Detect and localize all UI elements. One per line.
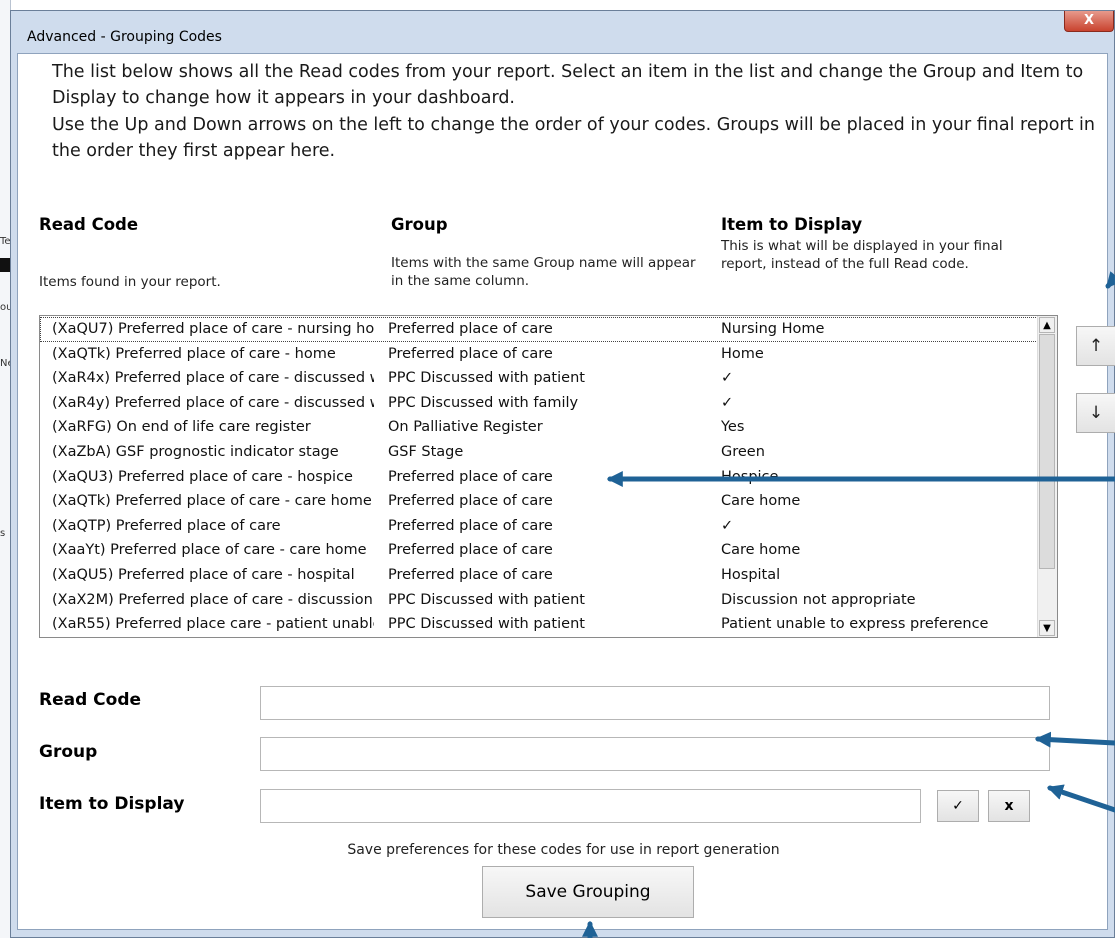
list-item-group: On Palliative Register <box>388 419 543 436</box>
list-item-display: Hospice <box>721 468 779 485</box>
list-item-display: ✓ <box>721 394 734 411</box>
read-code-label: Read Code <box>39 690 142 710</box>
dialog-title: Advanced - Grouping Codes <box>27 29 222 45</box>
list-item-read-code: (XaQU7) Preferred place of care - nursin… <box>52 321 374 337</box>
move-down-button[interactable]: ↓ <box>1076 393 1115 433</box>
list-item-display: ✓ <box>721 370 734 387</box>
list-item-display: Home <box>721 345 764 362</box>
column-description-group: Items with the same Group name will appe… <box>391 255 696 289</box>
list-item-read-code: (XaR4y) Preferred place of care - discus… <box>52 394 374 411</box>
list-item[interactable]: (XaQU3) Preferred place of care - hospic… <box>40 465 1038 490</box>
column-header-group: Group <box>391 215 448 234</box>
list-item-group: Preferred place of care <box>388 468 553 485</box>
background-text-fragment: Ne <box>0 358 10 369</box>
clear-icon: x <box>1004 798 1014 814</box>
list-item-read-code: (XaX2M) Preferred place of care - discus… <box>52 591 374 608</box>
list-item[interactable]: (XaQTk) Preferred place of care - care h… <box>40 489 1038 514</box>
list-item-group: Preferred place of care <box>388 542 553 559</box>
list-item-group: Preferred place of care <box>388 517 553 534</box>
background-text-fragment: s <box>0 528 6 539</box>
list-item[interactable]: (XaQU7) Preferred place of care - nursin… <box>40 317 1038 342</box>
background-text-fragment: ou <box>0 302 10 313</box>
list-item-display: Nursing Home <box>721 321 825 337</box>
list-item-group: GSF Stage <box>388 444 464 460</box>
list-item-read-code: (XaQU5) Preferred place of care - hospit… <box>52 567 355 583</box>
column-header-read-code: Read Code <box>39 215 139 234</box>
group-field[interactable] <box>260 737 1050 771</box>
list-item-display: Yes <box>721 419 745 436</box>
grouping-codes-dialog: Advanced - Grouping Codes X The list bel… <box>10 10 1115 938</box>
read-codes-list[interactable]: (XaQU7) Preferred place of care - nursin… <box>39 315 1058 638</box>
list-item-group: Preferred place of care <box>388 567 553 583</box>
list-item-read-code: (XaZbA) GSF prognostic indicator stage <box>52 444 339 460</box>
list-item[interactable]: (XaR4x) Preferred place of care - discus… <box>40 366 1038 391</box>
list-item-group: PPC Discussed with patient <box>388 591 585 608</box>
background-text-fragment: Te <box>0 236 10 247</box>
list-item-group: PPC Discussed with patient <box>388 370 585 387</box>
scroll-down-icon[interactable]: ▼ <box>1039 620 1055 636</box>
list-item-display: Hospital <box>721 567 781 583</box>
list-item-read-code: (XaQTk) Preferred place of care - care h… <box>52 493 372 510</box>
column-header-item-to-display: Item to Display <box>721 215 863 234</box>
item-to-display-label: Item to Display <box>39 794 185 814</box>
close-icon: X <box>1083 13 1095 28</box>
list-item[interactable]: (XaR55) Preferred place care - patient u… <box>40 612 1038 637</box>
column-description-item-to-display: This is what will be displayed in your f… <box>721 238 1003 272</box>
list-item-display: Care home <box>721 493 801 510</box>
list-item[interactable]: (XaR4y) Preferred place of care - discus… <box>40 391 1038 416</box>
intro-paragraph-order: Use the Up and Down arrows on the left t… <box>52 115 1095 161</box>
column-description-read-code: Items found in your report. <box>39 274 221 290</box>
save-grouping-button[interactable]: Save Grouping <box>482 866 694 918</box>
list-item-group: Preferred place of care <box>388 345 553 362</box>
list-item-read-code: (XaQTP) Preferred place of care <box>52 517 281 534</box>
scroll-up-icon[interactable]: ▲ <box>1039 317 1055 333</box>
read-code-field[interactable] <box>260 686 1050 720</box>
list-item[interactable]: (XaX2M) Preferred place of care - discus… <box>40 588 1038 613</box>
dialog-content: The list below shows all the Read codes … <box>17 53 1115 930</box>
list-item-display: ✓ <box>721 517 734 534</box>
list-item-read-code: (XaQTk) Preferred place of care - home <box>52 345 336 362</box>
clear-item-button[interactable]: x <box>988 790 1030 822</box>
list-item-display: Patient unable to express preference <box>721 616 989 633</box>
group-label: Group <box>39 742 98 762</box>
list-scrollbar[interactable]: ▲ ▼ <box>1037 316 1057 637</box>
list-item[interactable]: (XaRFG) On end of life care register On P… <box>40 415 1038 440</box>
list-item-group: PPC Discussed with patient <box>388 616 585 633</box>
list-item-display: Care home <box>721 542 801 559</box>
list-item[interactable]: (XaQTk) Preferred place of care - home Pr… <box>40 342 1038 367</box>
list-item[interactable]: (XaaYt) Preferred place of care - care h… <box>40 538 1038 563</box>
list-item-display: Green <box>721 444 765 460</box>
scrollbar-thumb[interactable] <box>1039 334 1055 569</box>
list-item-group: Preferred place of care <box>388 321 553 337</box>
list-item-group: PPC Discussed with family <box>388 394 579 411</box>
list-item-read-code: (XaRFG) On end of life care register <box>52 419 311 436</box>
list-item-read-code: (XaR4x) Preferred place of care - discus… <box>52 370 374 387</box>
list-item-read-code: (XaaYt) Preferred place of care - care h… <box>52 542 367 559</box>
list-item[interactable]: (XaQTP) Preferred place of care Preferred… <box>40 514 1038 539</box>
list-item-read-code: (XaQU3) Preferred place of care - hospic… <box>52 468 353 485</box>
arrow-down-icon: ↓ <box>1088 403 1104 423</box>
save-hint-text: Save preferences for these codes for use… <box>347 842 780 858</box>
list-item[interactable]: (XaZbA) GSF prognostic indicator stage GS… <box>40 440 1038 465</box>
move-up-button[interactable]: ↑ <box>1076 326 1115 366</box>
close-button[interactable]: X <box>1064 11 1114 32</box>
item-to-display-field[interactable] <box>260 789 921 823</box>
list-item-read-code: (XaR55) Preferred place care - patient u… <box>52 616 374 633</box>
check-icon: ✓ <box>952 798 964 814</box>
arrow-up-icon: ↑ <box>1088 336 1104 356</box>
list-item-group: Preferred place of care <box>388 493 553 510</box>
list-item-display: Discussion not appropriate <box>721 591 916 608</box>
intro-paragraph-list: The list below shows all the Read codes … <box>52 62 1084 108</box>
list-item[interactable]: (XaQU5) Preferred place of care - hospit… <box>40 563 1038 588</box>
background-dark-bar <box>0 258 10 272</box>
confirm-item-button[interactable]: ✓ <box>937 790 979 822</box>
